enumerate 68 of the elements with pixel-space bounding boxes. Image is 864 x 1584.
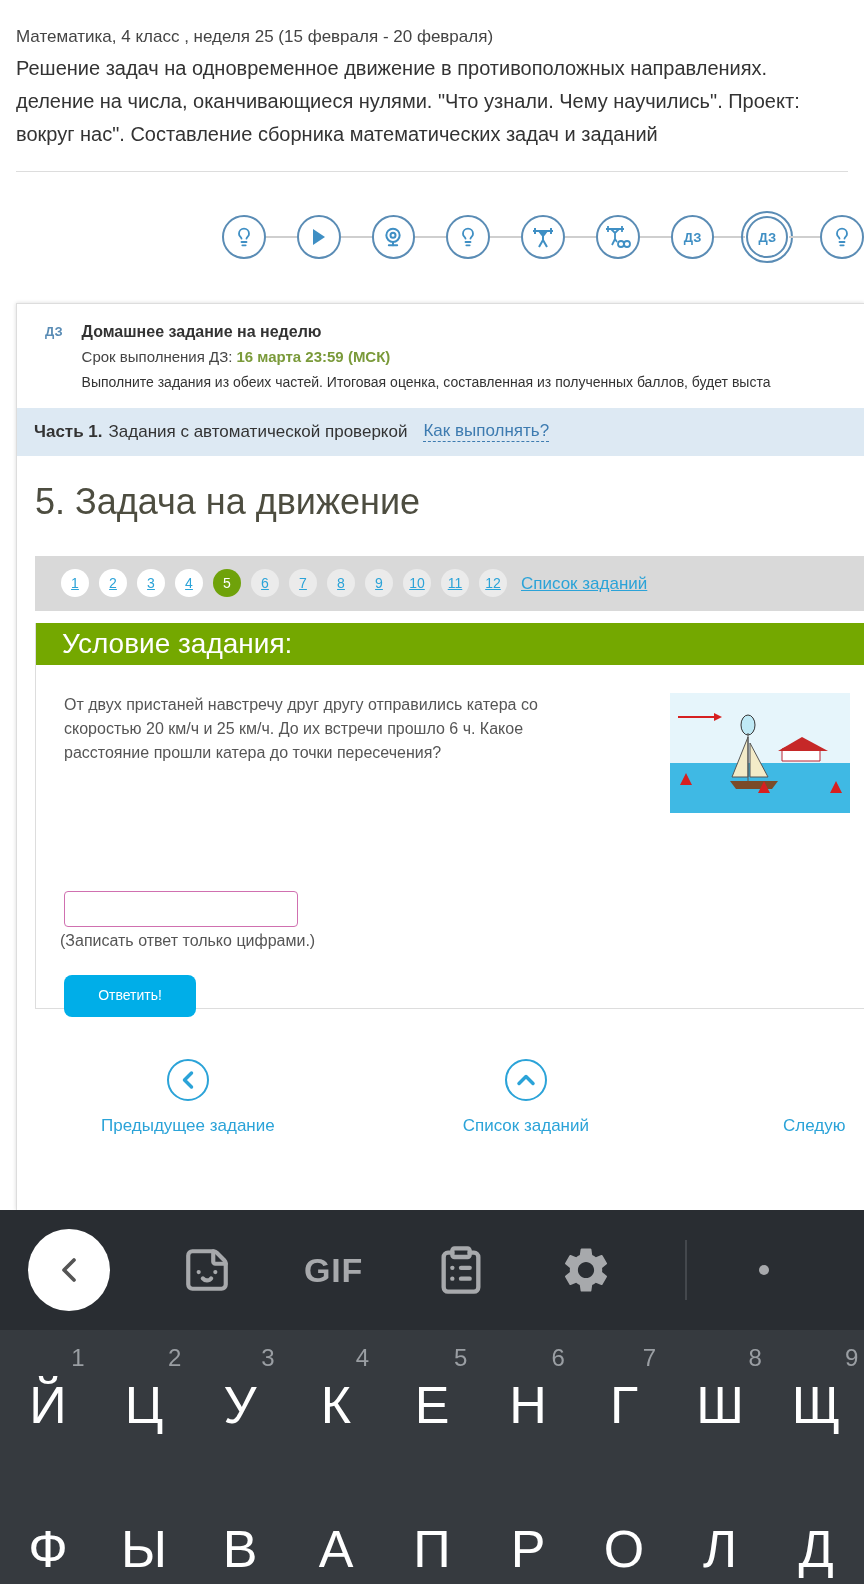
- homework-note: Выполните задания из обеих частей. Итоговая оценка, составленная из полученных баллов, будет выста: [81, 372, 771, 392]
- homework-title: Домашнее задание на неделю: [81, 321, 323, 342]
- nav-link[interactable]: Список заданий: [462, 1058, 589, 1139]
- step-button[interactable]: [446, 215, 491, 260]
- keyboard-key[interactable]: К 4: [302, 1344, 370, 1440]
- answer-hint: (Записать ответ только цифрами.): [60, 930, 316, 951]
- step-button[interactable]: [820, 215, 864, 260]
- keyboard-key[interactable]: Д: [780, 1488, 852, 1584]
- step-button[interactable]: [595, 215, 640, 260]
- part-text: Задания с автоматической проверкой: [108, 421, 408, 444]
- breadcrumb: Математика, 4 класс , неделя 25 (15 февраля - 20 февраля): [16, 26, 495, 48]
- page-link[interactable]: 12: [479, 569, 507, 598]
- keyboard-key[interactable]: Щ 9: [773, 1344, 859, 1440]
- lesson-title-line: вокруг нас". Составление сборника математических задач и заданий: [16, 122, 659, 147]
- gif-button[interactable]: GIF: [304, 1244, 364, 1296]
- part-label: Часть 1.: [34, 421, 103, 444]
- deadline-label: Срок выполнения ДЗ:: [81, 346, 233, 367]
- keyboard-key[interactable]: В: [204, 1488, 276, 1584]
- homework-code-label: ДЗ: [45, 322, 63, 341]
- keyboard-key[interactable]: Ы: [102, 1488, 185, 1584]
- lesson-title-line: деление на числа, оканчивающиеся нулями. "Что узнали. Чему научились". Проект:: [16, 89, 801, 114]
- keyboard-key[interactable]: Ш 8: [678, 1344, 762, 1440]
- page-link[interactable]: 2: [99, 569, 127, 598]
- answer-field[interactable]: [64, 890, 298, 927]
- deadline-date: 16 марта 23:59 (МСК): [236, 346, 391, 367]
- task-heading: 5. Задача на движение: [34, 479, 422, 524]
- task-text: От двух пристаней навстречу друг другу отправились катера со скоростью 20 км/ч и 25 км/ч. До их встречи прошло 6 ч. Какое расстояние прошли катера до точки пересечения?: [64, 694, 539, 763]
- page-link[interactable]: 1: [61, 569, 89, 598]
- step-button[interactable]: ДЗ: [741, 211, 794, 264]
- keyboard-key[interactable]: Л: [684, 1488, 756, 1584]
- weightlifter-infinity-icon: [603, 225, 632, 250]
- page-link[interactable]: 6: [251, 569, 279, 598]
- page-link[interactable]: 3: [137, 569, 165, 598]
- keyboard-key[interactable]: Н 6: [491, 1344, 565, 1440]
- task-list-link[interactable]: Список заданий: [521, 570, 648, 597]
- homework-label: ДЗ: [683, 228, 702, 247]
- page-link[interactable]: 5: [213, 569, 241, 598]
- page-link[interactable]: 9: [365, 569, 393, 598]
- keyboard-key[interactable]: У 3: [205, 1344, 275, 1440]
- how-to-link[interactable]: Как выполнять?: [423, 421, 550, 443]
- weightlifter-icon: [531, 226, 555, 249]
- step-button[interactable]: [296, 215, 341, 260]
- step-button[interactable]: ДЗ: [670, 215, 715, 260]
- keyboard-key[interactable]: А: [300, 1488, 372, 1584]
- page-link[interactable]: 11: [441, 569, 469, 598]
- page-link[interactable]: 7: [289, 569, 317, 598]
- keyboard-key[interactable]: О: [585, 1488, 663, 1584]
- play-icon: [311, 228, 326, 247]
- nav-link[interactable]: Предыдущее задание: [101, 1058, 275, 1139]
- step-button[interactable]: [371, 215, 416, 260]
- step-button[interactable]: [222, 215, 266, 260]
- keyboard-key[interactable]: Ц 2: [106, 1344, 182, 1440]
- homework-label: ДЗ: [758, 228, 777, 247]
- keyboard-key[interactable]: Й 1: [11, 1344, 85, 1440]
- lesson-title-line: Решение задач на одновременное движение в противоположных направлениях.: [16, 56, 769, 81]
- task-header: Условие задания:: [36, 622, 864, 665]
- page-link[interactable]: 8: [327, 569, 355, 598]
- keyboard-key[interactable]: Ф: [10, 1488, 86, 1584]
- submit-button[interactable]: Ответить!: [64, 974, 196, 1017]
- keyboard-key[interactable]: Е 5: [396, 1344, 468, 1440]
- page-link[interactable]: 4: [175, 569, 203, 598]
- nav-link[interactable]: Следую: [783, 1058, 846, 1139]
- keyboard-key[interactable]: Р: [492, 1488, 564, 1584]
- keyboard-key[interactable]: П: [395, 1488, 469, 1584]
- page-link[interactable]: 10: [403, 569, 431, 598]
- keyboard-key[interactable]: Г 7: [591, 1344, 657, 1440]
- step-button[interactable]: [521, 215, 565, 260]
- webcam-icon: [383, 227, 404, 248]
